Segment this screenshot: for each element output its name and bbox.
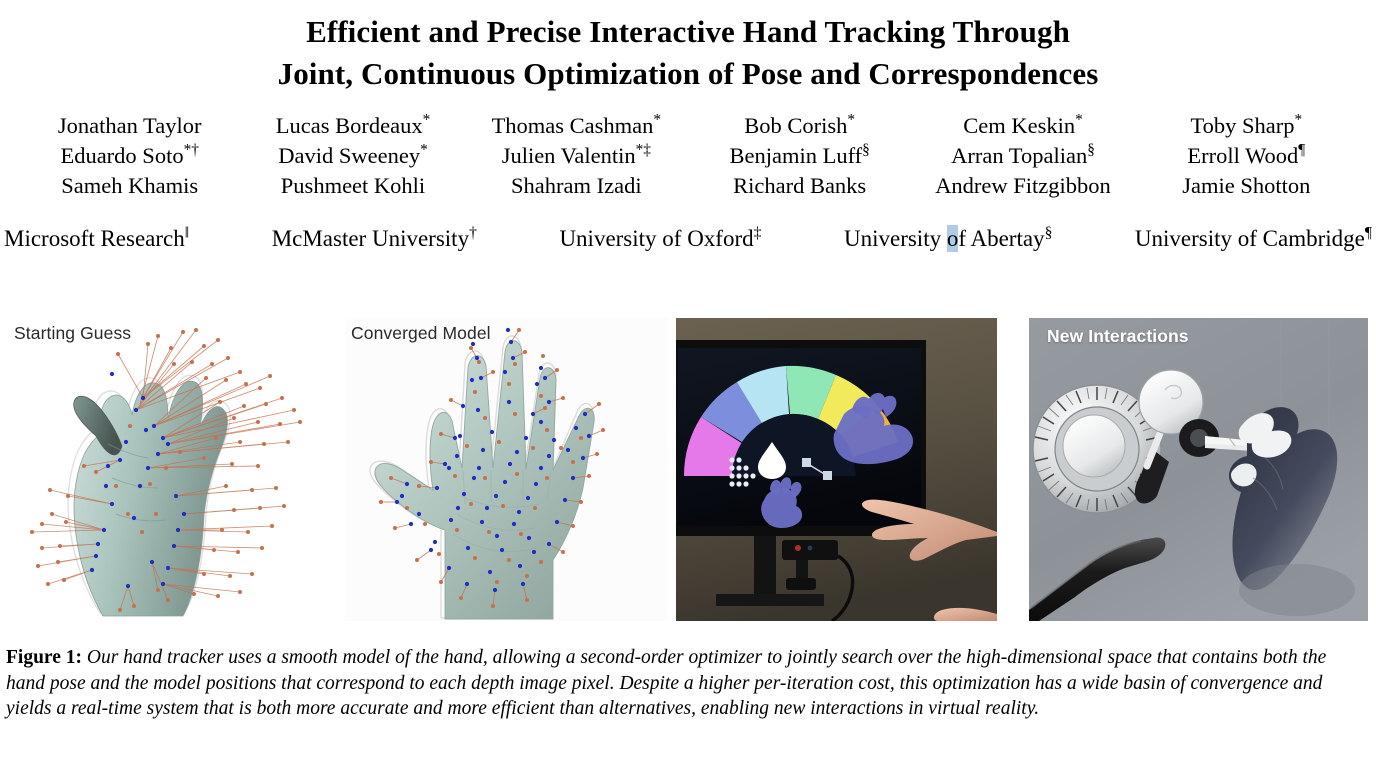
selected-character-highlight: o	[946, 225, 959, 252]
affiliation-entry: Microsoft Research‖	[4, 224, 189, 254]
affiliation-mark: §	[1044, 224, 1053, 242]
author-affiliation-mark: *	[1075, 111, 1083, 129]
author-name: Pushmeet Kohli	[280, 173, 426, 198]
author-name: Toby Sharp	[1190, 113, 1295, 138]
author-affiliation-mark: *	[422, 111, 431, 129]
converged-model-illustration	[345, 318, 668, 621]
author-entry: Erroll Wood¶	[1135, 141, 1358, 171]
author-name: Arran Topalian	[951, 143, 1088, 168]
author-name: Eduardo Soto	[60, 143, 184, 168]
display-photo-illustration	[676, 318, 997, 621]
figure-caption-label: Figure 1:	[6, 647, 83, 668]
affiliation-mark: ‖	[184, 224, 190, 242]
author-affiliation-mark: §	[1087, 141, 1095, 159]
figure-panel-display-photo	[676, 318, 997, 621]
author-name: Jamie Shotton	[1182, 173, 1311, 198]
author-entry: Jonathan Taylor	[18, 111, 241, 141]
starting-guess-illustration	[8, 318, 323, 621]
author-entry: Eduardo Soto*†	[18, 141, 241, 171]
affiliation-mark: ¶	[1364, 224, 1372, 242]
author-entry: Pushmeet Kohli	[241, 171, 464, 201]
figure-caption: Figure 1: Our hand tracker uses a smooth…	[6, 645, 1370, 722]
author-entry: Lucas Bordeaux*	[241, 111, 464, 141]
author-name: Erroll Wood	[1187, 143, 1299, 168]
author-entry: Toby Sharp*	[1135, 111, 1358, 141]
figure-1-image-strip: Starting Guess Converged Model New Inter…	[0, 318, 1376, 621]
author-affiliation-mark: §	[862, 141, 870, 159]
author-affiliation-mark: *†	[183, 141, 199, 159]
author-entry: Benjamin Luff§	[688, 141, 911, 171]
title-line-1: Efficient and Precise Interactive Hand T…	[306, 14, 1070, 49]
author-affiliation-mark: *	[653, 111, 662, 129]
new-interactions-illustration	[1029, 318, 1368, 621]
page-title: Efficient and Precise Interactive Hand T…	[0, 0, 1376, 95]
author-name: Benjamin Luff	[729, 143, 863, 168]
author-entry: Richard Banks	[688, 171, 911, 201]
author-entry: Julien Valentin*‡	[465, 141, 688, 171]
author-name: Lucas Bordeaux	[275, 113, 423, 138]
author-name: Andrew Fitzgibbon	[935, 173, 1111, 198]
author-name: Shahram Izadi	[511, 173, 642, 198]
figure-panel-starting-guess: Starting Guess	[8, 318, 323, 621]
author-affiliation-mark: *	[847, 111, 856, 129]
affiliation-list: Microsoft Research‖ McMaster University†…	[0, 224, 1376, 254]
affiliation-name: University of Oxford	[559, 226, 754, 251]
affiliation-name: McMaster University	[271, 226, 470, 251]
affiliation-mark: ‡	[753, 224, 762, 242]
author-affiliation-mark: *‡	[635, 141, 651, 159]
author-affiliation-mark: *	[420, 141, 428, 159]
affiliation-entry: University of Oxford‡	[559, 224, 761, 254]
affiliation-name: University of Cambridge	[1134, 226, 1365, 251]
author-name: David Sweeney	[278, 143, 421, 168]
author-name: Sameh Khamis	[61, 173, 199, 198]
author-name: Thomas Cashman	[491, 113, 654, 138]
author-entry: David Sweeney*	[241, 141, 464, 171]
author-name: Cem Keskin	[963, 113, 1076, 138]
affiliation-entry: McMaster University†	[272, 224, 477, 254]
author-affiliation-mark: *	[1294, 111, 1303, 129]
affiliation-mark: †	[469, 224, 477, 242]
author-entry: Bob Corish*	[688, 111, 911, 141]
author-entry: Andrew Fitzgibbon	[911, 171, 1134, 201]
author-name: Richard Banks	[733, 173, 867, 198]
author-entry: Jamie Shotton	[1135, 171, 1358, 201]
affiliation-name: Microsoft Research	[4, 226, 185, 251]
author-name: Bob Corish	[744, 113, 848, 138]
author-entry: Arran Topalian§	[911, 141, 1134, 171]
author-entry: Sameh Khamis	[18, 171, 241, 201]
author-affiliation-mark: ¶	[1298, 141, 1306, 159]
affiliation-name-abertay: University of Abertay	[843, 225, 1045, 252]
title-line-2: Joint, Continuous Optimization of Pose a…	[277, 56, 1099, 91]
figure-panel-converged-model: Converged Model	[345, 318, 668, 621]
author-name: Julien Valentin	[501, 143, 636, 168]
figure-panel-new-interactions: New Interactions	[1029, 318, 1368, 621]
figure-caption-text: Our hand tracker uses a smooth model of …	[6, 647, 1327, 719]
author-name: Jonathan Taylor	[57, 113, 202, 138]
affiliation-entry-abertay: University of Abertay§	[844, 224, 1052, 254]
author-entry: Shahram Izadi	[465, 171, 688, 201]
author-entry: Cem Keskin*	[911, 111, 1134, 141]
author-list: Jonathan Taylor Lucas Bordeaux* Thomas C…	[0, 111, 1376, 201]
affiliation-entry: University of Cambridge¶	[1135, 224, 1372, 254]
author-entry: Thomas Cashman*	[465, 111, 688, 141]
